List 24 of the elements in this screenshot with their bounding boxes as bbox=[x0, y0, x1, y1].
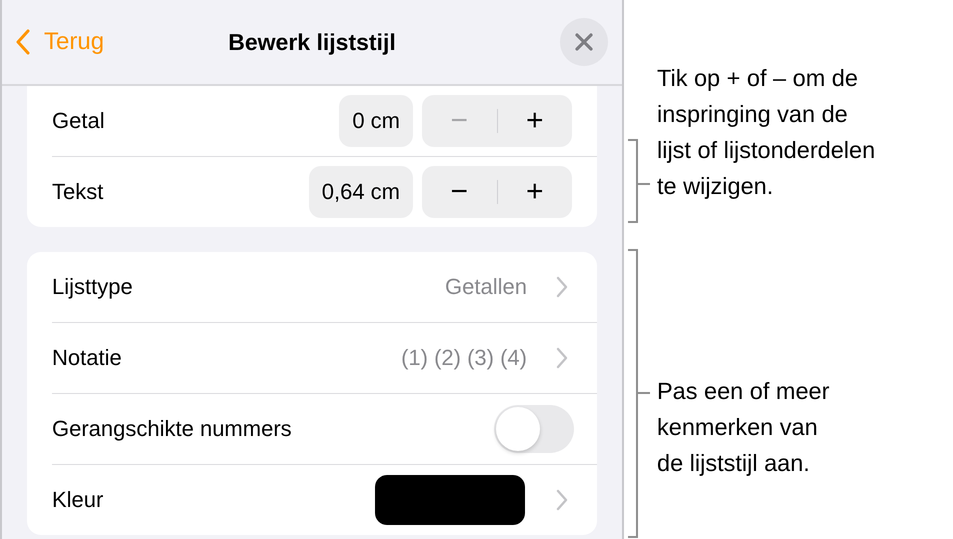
row-label: Notatie bbox=[52, 345, 122, 371]
row-label: Getal bbox=[52, 108, 105, 134]
chevron-icon[interactable] bbox=[556, 347, 568, 369]
increase-button[interactable]: + bbox=[498, 175, 572, 209]
row-label: Gerangschikte nummers bbox=[52, 416, 292, 442]
indent-value[interactable]: 0 cm bbox=[339, 95, 413, 147]
popover-title: Bewerk lijststijl bbox=[227, 28, 397, 56]
chevron-icon[interactable] bbox=[556, 276, 568, 298]
callout-text: Tik op + of – om de inspringing van de lijst of lijstonderdelen te wijzigen. bbox=[657, 64, 876, 201]
close-icon bbox=[574, 32, 594, 52]
chevron-icon[interactable] bbox=[556, 489, 568, 511]
increase-button[interactable]: + bbox=[498, 104, 572, 138]
indent-value[interactable]: 0,64 cm bbox=[308, 166, 413, 218]
row-label: Kleur bbox=[52, 487, 104, 513]
callout-text: Pas een of meer kenmerken van de lijststijl aan. bbox=[657, 377, 830, 478]
row-value: Getallen bbox=[445, 274, 527, 300]
row-label: Tekst bbox=[52, 179, 104, 205]
row-label: Lijsttype bbox=[52, 274, 133, 300]
close-button[interactable] bbox=[560, 18, 608, 66]
toggle-switch[interactable] bbox=[494, 405, 574, 453]
color-swatch[interactable] bbox=[375, 475, 525, 525]
back-chevron-icon bbox=[16, 29, 30, 55]
row-value: (1) (2) (3) (4) bbox=[401, 345, 527, 371]
decrease-button[interactable]: − bbox=[422, 175, 496, 209]
